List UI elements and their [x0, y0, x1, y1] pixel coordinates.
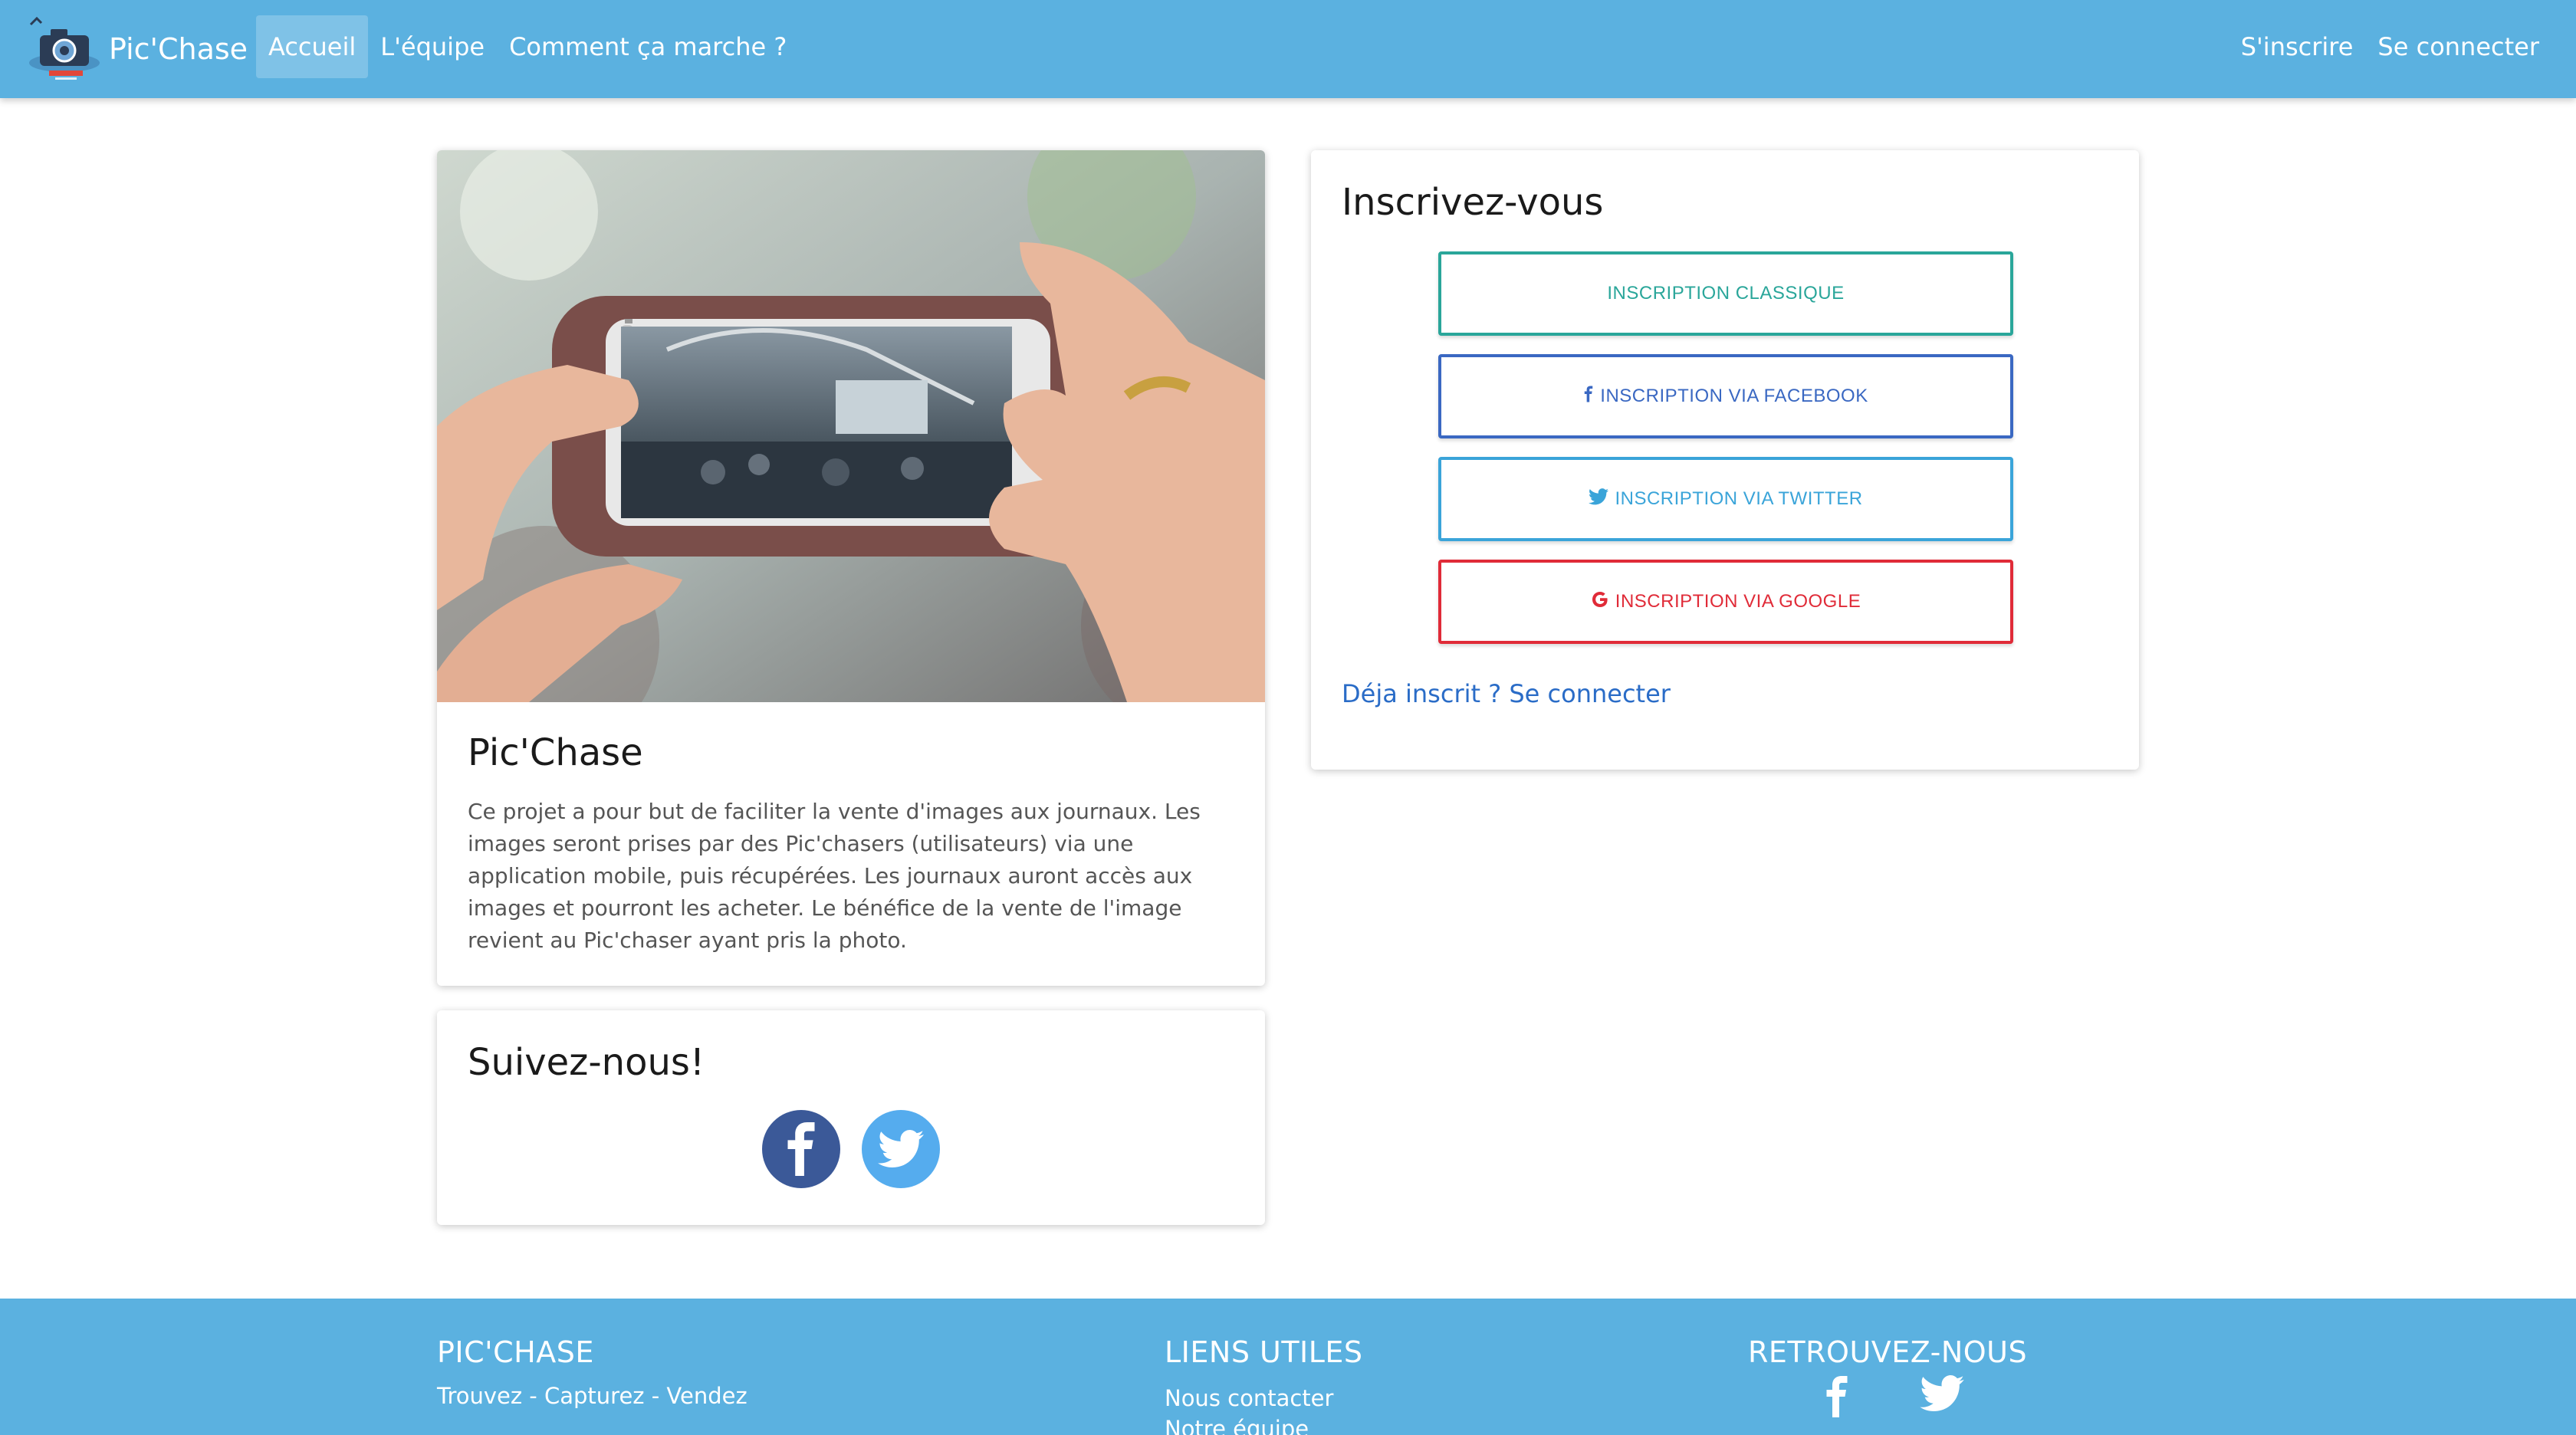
- signup-twitter-button[interactable]: INSCRIPTION VIA TWITTER: [1438, 457, 2013, 541]
- footer-links-col: LIENS UTILES Nous contacter Notre équipe: [1165, 1335, 1363, 1435]
- hero-image: [437, 150, 1265, 702]
- footer-social-icons: [1823, 1375, 1964, 1421]
- twitter-icon: [1589, 488, 1609, 511]
- facebook-icon[interactable]: [1823, 1375, 1851, 1421]
- facebook-icon: [1583, 385, 1594, 409]
- footer-brand-title: PIC'CHASE: [437, 1335, 594, 1369]
- auth-nav: S'inscrire Se connecter: [2229, 15, 2551, 78]
- follow-title: Suivez-nous!: [468, 1041, 705, 1084]
- intro-text: Ce projet a pour but de faciliter la ven…: [468, 799, 1201, 953]
- intro-card: Pic'Chase Ce projet a pour but de facili…: [437, 150, 1265, 986]
- brand[interactable]: Pic'Chase: [25, 14, 248, 84]
- signup-twitter-label: INSCRIPTION VIA TWITTER: [1615, 488, 1863, 509]
- nav-equipe[interactable]: L'équipe: [368, 15, 497, 78]
- signup-facebook-button[interactable]: INSCRIPTION VIA FACEBOOK: [1438, 354, 2013, 438]
- twitter-icon[interactable]: [1920, 1375, 1964, 1421]
- nav-sinscrire[interactable]: S'inscrire: [2229, 15, 2366, 78]
- footer-link-contact[interactable]: Nous contacter: [1165, 1383, 1363, 1414]
- footer-links-list: Nous contacter Notre équipe: [1165, 1383, 1363, 1435]
- footer-brand-col: PIC'CHASE Trouvez - Capturez - Vendez: [437, 1335, 748, 1409]
- camera-logo-icon: [25, 15, 107, 83]
- signup-google-label: INSCRIPTION VIA GOOGLE: [1615, 591, 1861, 612]
- signup-card: Inscrivez-vous INSCRIPTION CLASSIQUE INS…: [1311, 150, 2139, 770]
- nav-accueil[interactable]: Accueil: [256, 15, 369, 78]
- main-nav: Accueil L'équipe Comment ça marche ?: [256, 15, 799, 78]
- social-row: [437, 1110, 1265, 1188]
- facebook-icon[interactable]: [762, 1110, 840, 1188]
- top-navbar: Pic'Chase Accueil L'équipe Comment ça ma…: [0, 0, 2576, 98]
- footer-social-title: RETROUVEZ-NOUS: [1748, 1335, 2028, 1369]
- footer-link-team[interactable]: Notre équipe: [1165, 1414, 1363, 1435]
- footer-social-col: RETROUVEZ-NOUS: [1748, 1335, 2027, 1369]
- login-link[interactable]: Déja inscrit ? Se connecter: [1342, 679, 1671, 708]
- footer-tagline: Trouvez - Capturez - Vendez: [437, 1383, 748, 1409]
- signup-classic-label: INSCRIPTION CLASSIQUE: [1607, 283, 1845, 304]
- intro-title: Pic'Chase: [468, 731, 643, 774]
- nav-se-connecter[interactable]: Se connecter: [2365, 15, 2551, 78]
- signup-classic-button[interactable]: INSCRIPTION CLASSIQUE: [1438, 251, 2013, 336]
- twitter-icon[interactable]: [862, 1110, 940, 1188]
- brand-name[interactable]: Pic'Chase: [109, 32, 248, 66]
- google-icon: [1591, 590, 1609, 614]
- nav-comment-ca-marche[interactable]: Comment ça marche ?: [497, 15, 799, 78]
- follow-card: Suivez-nous!: [437, 1010, 1265, 1225]
- signup-google-button[interactable]: INSCRIPTION VIA GOOGLE: [1438, 560, 2013, 644]
- signup-facebook-label: INSCRIPTION VIA FACEBOOK: [1600, 386, 1868, 406]
- footer: PIC'CHASE Trouvez - Capturez - Vendez LI…: [0, 1299, 2576, 1435]
- signup-title: Inscrivez-vous: [1342, 181, 1604, 224]
- footer-links-title: LIENS UTILES: [1165, 1335, 1363, 1369]
- intro-body: Pic'Chase Ce projet a pour but de facili…: [437, 702, 1265, 986]
